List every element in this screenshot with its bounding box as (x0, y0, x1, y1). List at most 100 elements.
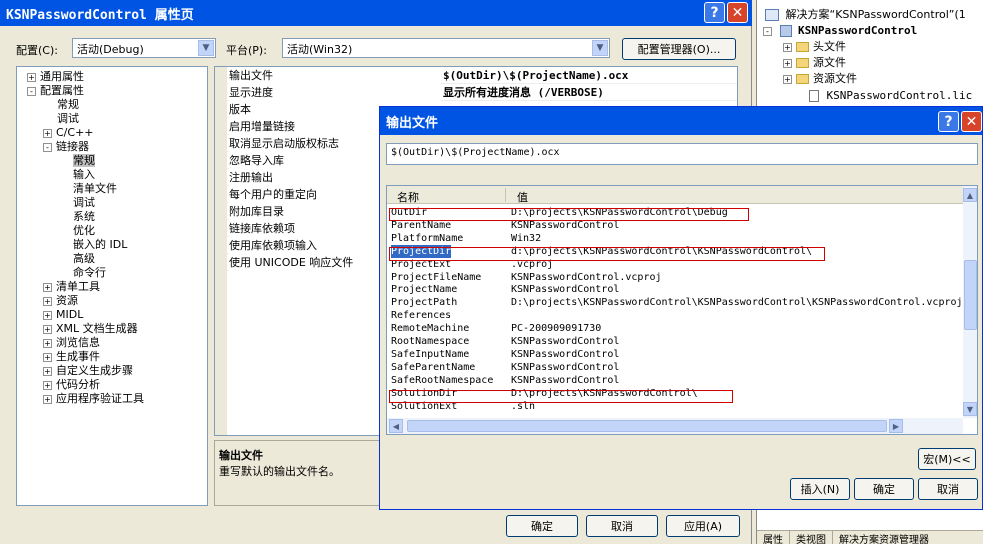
expand-icon[interactable]: + (43, 394, 52, 404)
apply-button[interactable]: 应用(A) (666, 515, 740, 537)
macro-name: References (391, 310, 452, 322)
expand-icon[interactable]: + (43, 296, 52, 306)
macro-name: ProjectFileName (391, 271, 482, 283)
help-icon[interactable]: ? (704, 2, 725, 23)
macro-row[interactable]: SafeRootNamespace KSNPasswordControl (387, 374, 963, 387)
tab-properties[interactable]: 属性 (757, 531, 790, 544)
project-label: KSNPasswordControl (798, 24, 918, 37)
platform-select[interactable]: 活动(Win32) ▼ (282, 38, 610, 58)
property-row[interactable]: 输出文件 $(OutDir)\$(ProjectName).ocx (215, 67, 737, 84)
description-title: 输出文件 (219, 449, 263, 462)
column-name-header[interactable]: 名称 (397, 189, 419, 205)
collapse-icon[interactable]: - (43, 142, 52, 152)
expand-icon[interactable]: + (43, 324, 52, 334)
tab-class-view[interactable]: 类视图 (790, 531, 833, 544)
expand-icon[interactable]: + (43, 338, 52, 348)
insert-button[interactable]: 插入(N) (790, 478, 850, 500)
dialog-help-icon[interactable]: ? (938, 111, 959, 132)
tree-item-label: 链接器 (56, 140, 89, 153)
solution-node[interactable]: 解决方案“KSNPasswordControl”(1 (765, 8, 966, 22)
folder-label: 头文件 (813, 40, 846, 53)
folder-node[interactable]: + 资源文件 (783, 72, 857, 86)
close-icon[interactable]: ✕ (727, 2, 748, 23)
tree-item[interactable]: 常规 (43, 98, 79, 112)
tree-item[interactable]: + C/C++ (43, 126, 94, 140)
dialog-ok-button[interactable]: 确定 (854, 478, 914, 500)
collapse-icon[interactable]: - (763, 26, 772, 36)
tree-item[interactable]: + 应用程序验证工具 (43, 392, 144, 406)
horizontal-scrollbar[interactable]: ◀ ▶ (387, 418, 963, 434)
macros-toggle-button[interactable]: 宏(M)<< (918, 448, 976, 470)
tree-item[interactable]: 清单文件 (59, 182, 117, 196)
tree-item[interactable]: - 链接器 (43, 140, 89, 154)
tree-item[interactable]: + 自定义生成步骤 (43, 364, 133, 378)
property-value: 显示所有进度消息 (/VERBOSE) (443, 86, 604, 99)
output-file-value: $(OutDir)\$(ProjectName).ocx (391, 147, 560, 158)
solution-icon (765, 9, 779, 21)
expand-icon[interactable]: + (783, 74, 792, 84)
hscroll-thumb[interactable] (407, 420, 887, 432)
expand-icon[interactable]: + (43, 366, 52, 376)
macro-row[interactable]: PlatformName Win32 (387, 232, 963, 245)
tree-item[interactable]: + 资源 (43, 294, 78, 308)
tree-item[interactable]: + MIDL (43, 308, 83, 322)
tree-item[interactable]: 高级 (59, 252, 95, 266)
macro-row[interactable]: ProjectPath D:\projects\KSNPasswordContro… (387, 296, 963, 309)
property-row[interactable]: 显示进度 显示所有进度消息 (/VERBOSE) (215, 84, 737, 101)
macro-name: SafeInputName (391, 348, 470, 360)
dialog-close-icon[interactable]: ✕ (961, 111, 982, 132)
tree-item[interactable]: 命令行 (59, 266, 106, 280)
scroll-thumb[interactable] (964, 260, 977, 330)
tree-item[interactable]: 优化 (59, 224, 95, 238)
tree-item[interactable]: + XML 文档生成器 (43, 322, 138, 336)
cancel-button[interactable]: 取消 (586, 515, 658, 537)
file-node[interactable]: KSNPasswordControl.lic (809, 89, 972, 103)
tree-item[interactable]: 调试 (59, 196, 95, 210)
scroll-left-icon[interactable]: ◀ (389, 419, 403, 433)
tree-item[interactable]: 输入 (59, 168, 95, 182)
macro-value: D:\projects\KSNPasswordControl\KSNPasswo… (511, 297, 963, 309)
project-node[interactable]: - KSNPasswordControl (763, 24, 917, 38)
scroll-up-icon[interactable]: ▲ (963, 188, 977, 202)
tree-item[interactable]: 嵌入的 IDL (59, 238, 127, 252)
tree-item[interactable]: 系统 (59, 210, 95, 224)
tree-item[interactable]: 常规 (59, 154, 95, 168)
config-select[interactable]: 活动(Debug) ▼ (72, 38, 216, 58)
expand-icon[interactable]: + (43, 128, 52, 138)
vertical-scrollbar[interactable]: ▲ ▼ (963, 186, 977, 418)
tree-item[interactable]: - 配置属性 (27, 84, 84, 98)
folder-node[interactable]: + 头文件 (783, 40, 846, 54)
ok-button[interactable]: 确定 (506, 515, 578, 537)
expand-icon[interactable]: + (783, 42, 792, 52)
folder-node[interactable]: + 源文件 (783, 56, 846, 70)
macro-row[interactable]: SafeParentName KSNPasswordControl (387, 361, 963, 374)
tab-solution-explorer[interactable]: 解决方案资源管理器 (833, 531, 935, 544)
expand-icon[interactable]: + (783, 58, 792, 68)
expand-icon[interactable]: + (43, 352, 52, 362)
output-file-input[interactable]: $(OutDir)\$(ProjectName).ocx (386, 143, 978, 165)
macro-row[interactable]: ProjectName KSNPasswordControl (387, 283, 963, 296)
tree-item[interactable]: + 浏览信息 (43, 336, 100, 350)
expand-icon[interactable]: + (43, 380, 52, 390)
macro-row[interactable]: References (387, 309, 963, 322)
config-manager-button[interactable]: 配置管理器(O)... (622, 38, 736, 60)
tree-item[interactable]: + 生成事件 (43, 350, 100, 364)
expand-icon[interactable]: + (27, 72, 36, 82)
macro-row[interactable]: SafeInputName KSNPasswordControl (387, 348, 963, 361)
tree-item-label: 通用属性 (40, 70, 84, 83)
expand-icon[interactable]: + (43, 282, 52, 292)
tree-item[interactable]: + 代码分析 (43, 378, 100, 392)
scroll-right-icon[interactable]: ▶ (889, 419, 903, 433)
expand-icon[interactable]: + (43, 310, 52, 320)
tree-item[interactable]: + 通用属性 (27, 70, 84, 84)
macro-row[interactable]: RootNamespace KSNPasswordControl (387, 335, 963, 348)
dialog-cancel-button[interactable]: 取消 (918, 478, 978, 500)
scroll-down-icon[interactable]: ▼ (963, 402, 977, 416)
collapse-icon[interactable]: - (27, 86, 36, 96)
tree-item-label: 优化 (73, 224, 95, 237)
macro-row[interactable]: ProjectFileName KSNPasswordControl.vcproj (387, 271, 963, 284)
tree-item[interactable]: + 清单工具 (43, 280, 100, 294)
column-value-header[interactable]: 值 (517, 189, 528, 205)
macro-row[interactable]: RemoteMachine PC-200909091730 (387, 322, 963, 335)
tree-item[interactable]: 调试 (43, 112, 79, 126)
